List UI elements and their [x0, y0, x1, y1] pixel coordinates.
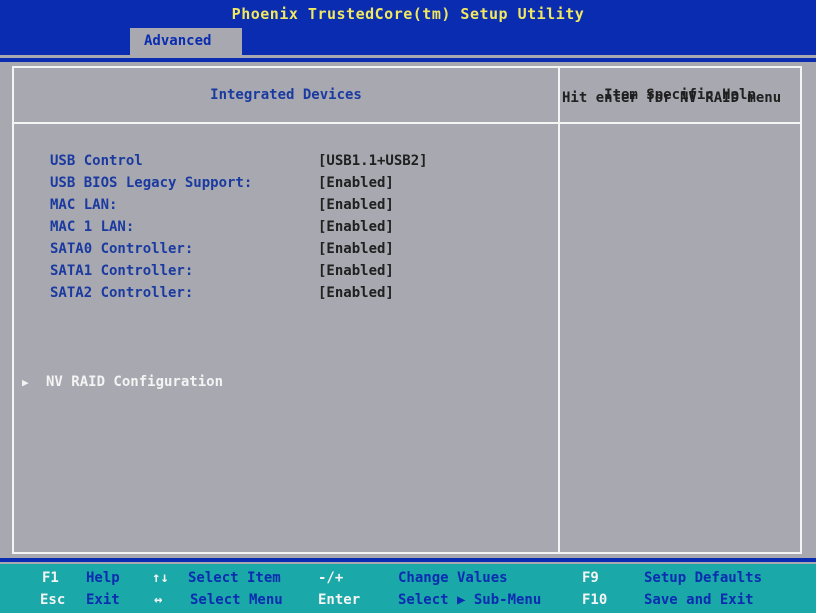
- setting-value[interactable]: [Enabled]: [318, 216, 394, 238]
- tab-advanced[interactable]: Advanced: [130, 28, 242, 55]
- bios-title-bar: Phoenix TrustedCore(tm) Setup Utility: [0, 0, 816, 28]
- setting-value[interactable]: [Enabled]: [318, 194, 394, 216]
- setting-label: SATA0 Controller:: [50, 241, 194, 257]
- setting-value[interactable]: [USB1.1+USB2]: [318, 150, 428, 172]
- setting-label: MAC 1 LAN:: [50, 219, 135, 235]
- item-help-text: Hit enter for NV RAID menu: [562, 90, 782, 106]
- setting-label: SATA2 Controller:: [50, 285, 194, 301]
- panel-title: Integrated Devices: [210, 87, 362, 103]
- key-f10: F10: [582, 592, 608, 608]
- key-esc: Esc: [40, 592, 66, 608]
- setting-value[interactable]: [Enabled]: [318, 282, 394, 304]
- setting-label: MAC LAN:: [50, 197, 118, 213]
- key-arrows-leftright-desc: Select Menu: [190, 592, 283, 608]
- panel-horizontal-divider: [14, 122, 800, 124]
- setting-value[interactable]: [Enabled]: [318, 172, 394, 194]
- key-f9: F9: [582, 570, 599, 586]
- key-f9-desc: Setup Defaults: [644, 570, 763, 586]
- setting-value[interactable]: [Enabled]: [318, 260, 394, 282]
- menu-divider-line: [0, 58, 816, 62]
- key-enter: Enter: [318, 592, 361, 608]
- key-enter-desc: Select ▶ Sub-Menu: [398, 592, 542, 608]
- menu-bar: Advanced: [0, 28, 816, 55]
- key-esc-desc: Exit: [86, 592, 120, 608]
- key-f10-desc: Save and Exit: [644, 592, 754, 608]
- setting-value[interactable]: [Enabled]: [318, 238, 394, 260]
- key-legend-footer: F1 Help ↑↓ Select Item -/+ Change Values…: [0, 564, 816, 613]
- key-arrows-updown-desc: Select Item: [188, 570, 281, 586]
- key-plus-minus-desc: Change Values: [398, 570, 508, 586]
- setting-label: USB Control: [50, 153, 143, 169]
- submenu-label: NV RAID Configuration: [46, 374, 224, 390]
- submenu-nv-raid-configuration[interactable]: ▶ NV RAID Configuration: [22, 370, 223, 394]
- key-arrows-updown: ↑↓: [152, 570, 169, 586]
- footer-divider-line: [0, 558, 816, 562]
- setting-label: SATA1 Controller:: [50, 263, 194, 279]
- key-arrows-leftright: ↔: [154, 592, 163, 608]
- key-f1: F1: [42, 570, 59, 586]
- key-plus-minus: -/+: [318, 570, 344, 586]
- settings-panel: Integrated Devices Item Specific Help US…: [12, 66, 802, 554]
- key-f1-desc: Help: [86, 570, 120, 586]
- setting-label: USB BIOS Legacy Support:: [50, 175, 253, 191]
- panel-vertical-divider: [558, 68, 560, 552]
- submenu-arrow-icon: ▶: [22, 376, 29, 389]
